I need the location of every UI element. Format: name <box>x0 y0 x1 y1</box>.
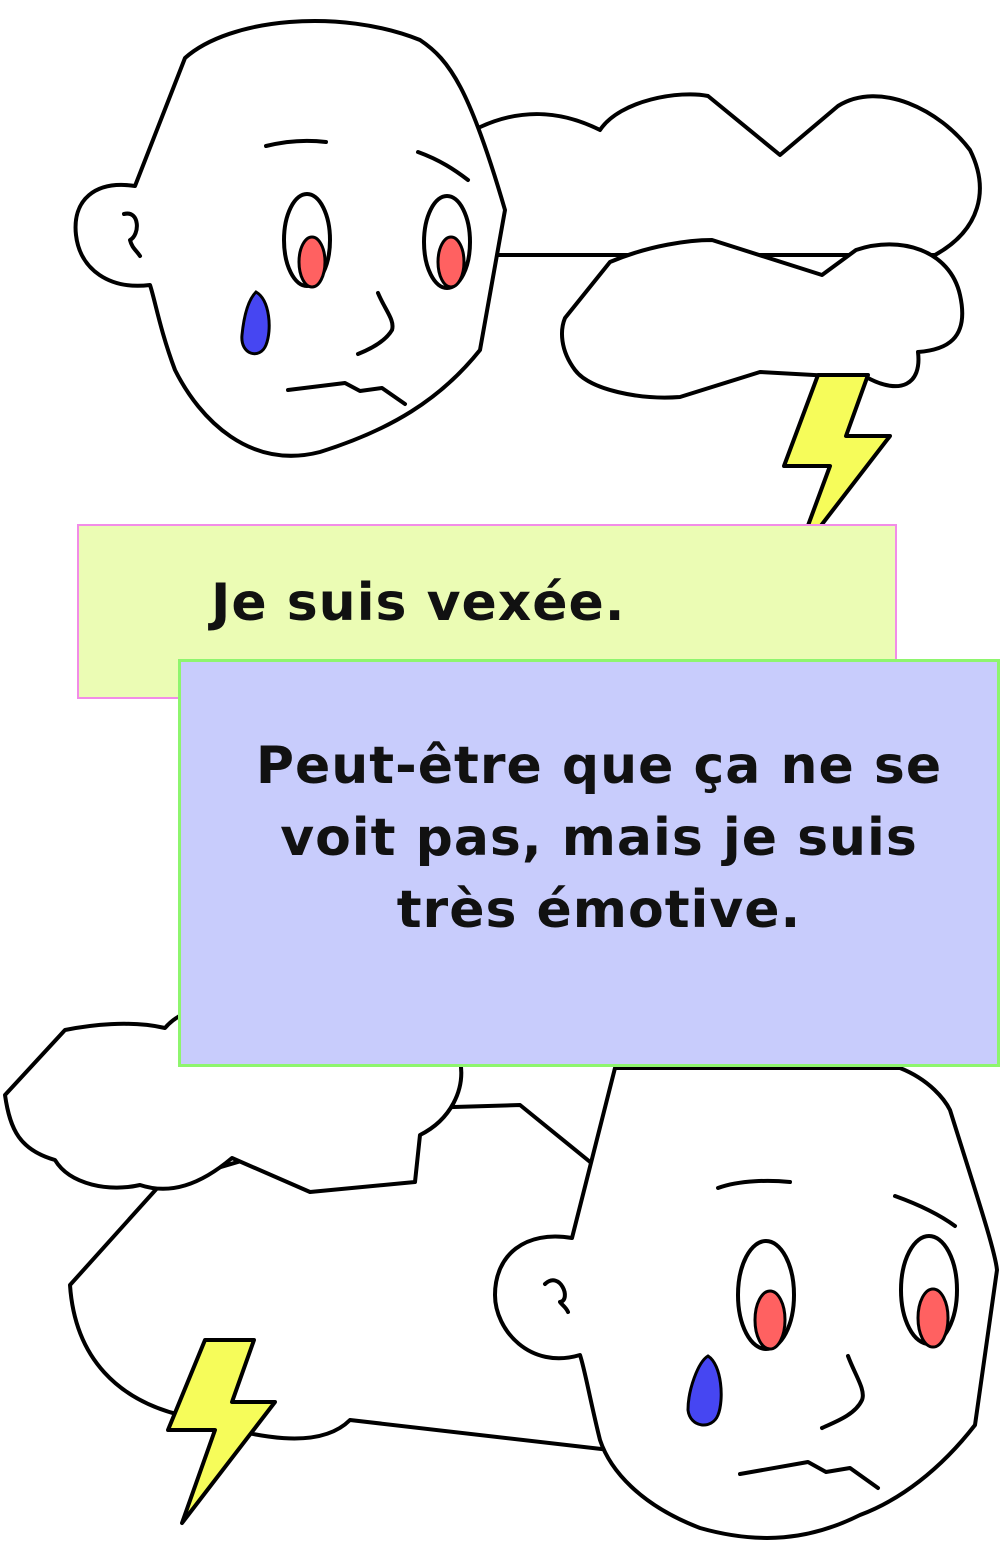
top-left-pupil <box>297 235 327 289</box>
bottom-left-pupil <box>753 1289 787 1351</box>
top-sad-face <box>73 18 507 458</box>
bottom-sad-face <box>493 1066 999 1540</box>
bottom-storm-cloud <box>3 1000 612 1452</box>
bottom-right-pupil <box>916 1287 950 1349</box>
speech-text-bottom: Peut-être que ça ne se voit pas, mais je… <box>255 736 943 940</box>
top-storm-cloud <box>476 92 982 400</box>
speech-text-top: Je suis vexée. <box>211 572 626 633</box>
top-right-pupil <box>436 235 466 289</box>
speech-box-bottom: Peut-être que ça ne se voit pas, mais je… <box>178 659 1000 1067</box>
